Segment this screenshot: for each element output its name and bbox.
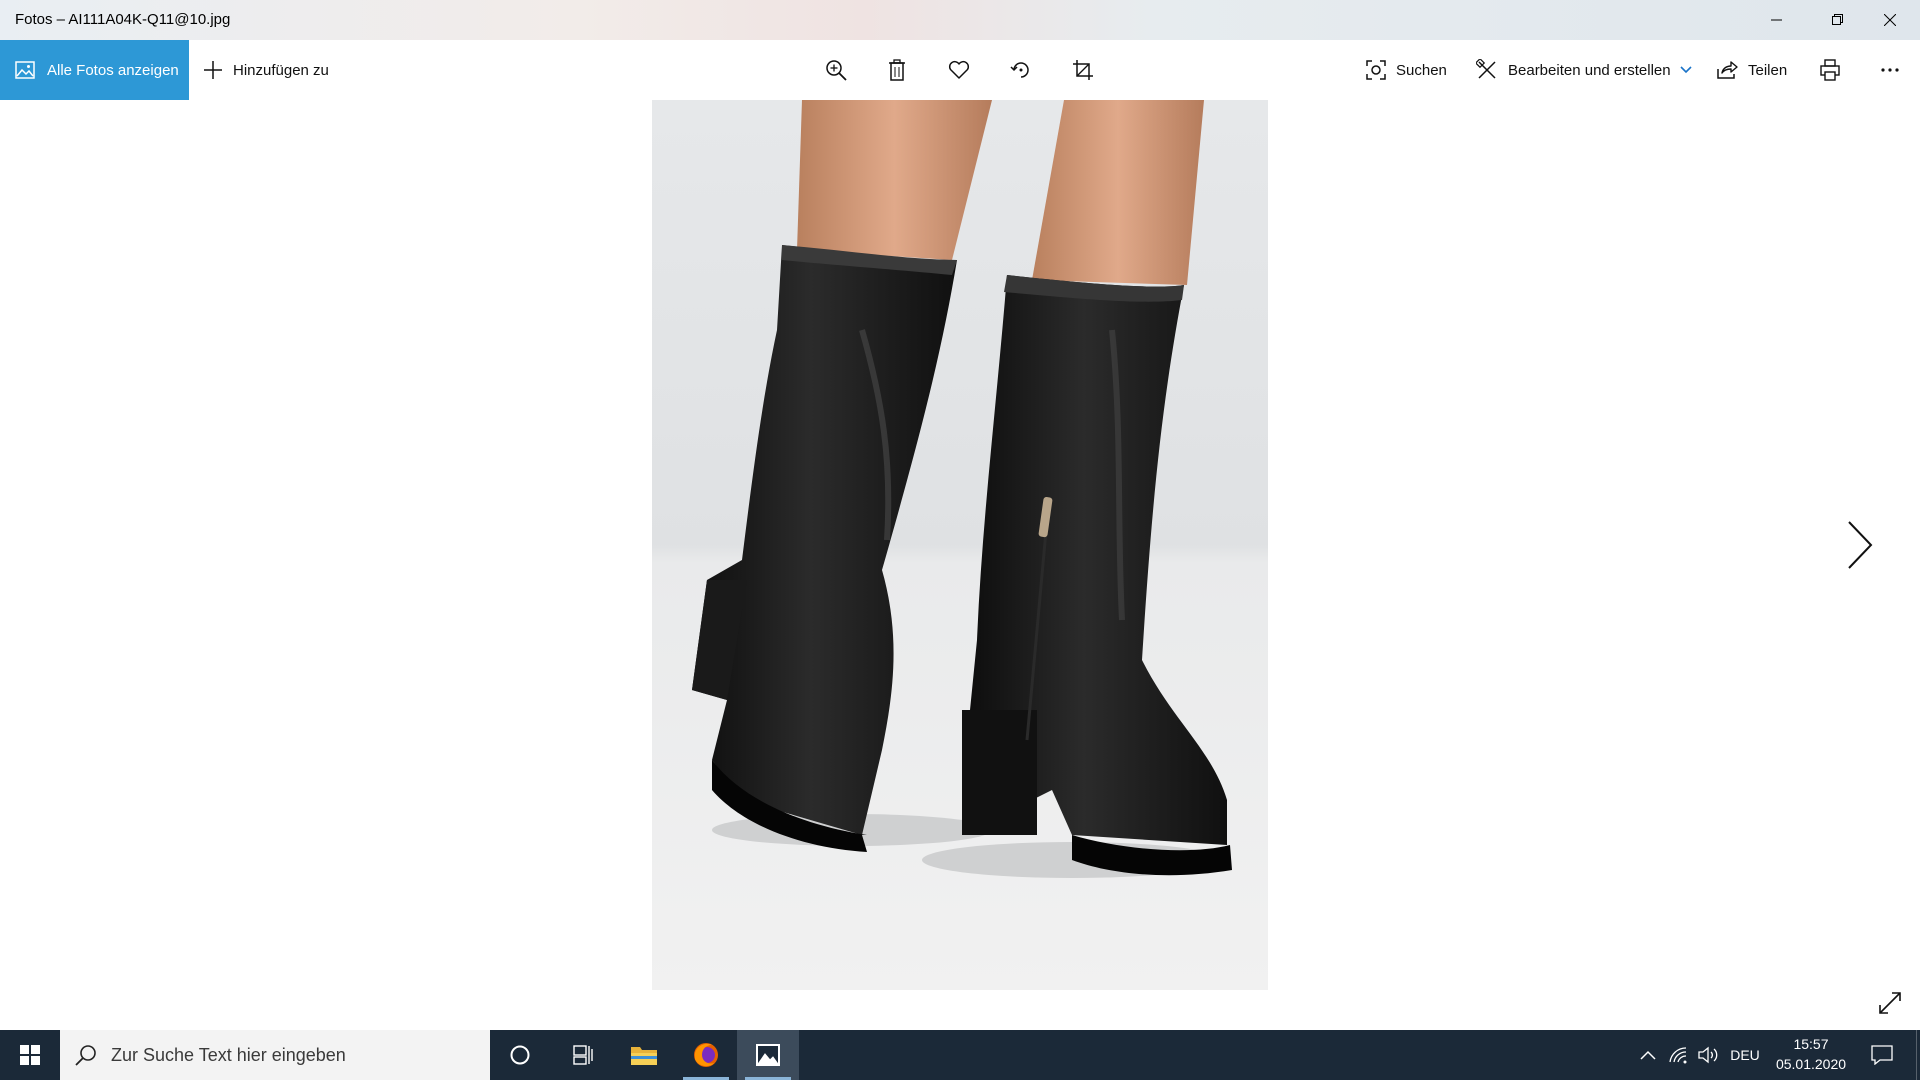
more-icon — [1880, 67, 1900, 73]
share-label: Teilen — [1748, 61, 1788, 79]
image-icon — [15, 61, 35, 79]
clock[interactable]: 15:57 05.01.2020 — [1765, 1030, 1857, 1080]
task-view-icon — [571, 1044, 593, 1066]
edit-create-button[interactable]: Bearbeiten und erstellen — [1476, 40, 1692, 100]
expand-icon — [1878, 991, 1902, 1015]
photos-app-icon — [755, 1043, 781, 1067]
volume-button[interactable] — [1694, 1030, 1722, 1080]
close-button[interactable] — [1859, 0, 1920, 40]
close-icon — [1883, 14, 1896, 26]
chevron-up-icon — [1640, 1050, 1656, 1060]
show-desktop-button[interactable] — [1916, 1030, 1920, 1080]
firefox-button[interactable] — [675, 1030, 737, 1080]
search-label: Suchen — [1396, 61, 1447, 79]
photo-viewer-image[interactable] — [652, 100, 1268, 990]
taskbar-search-placeholder: Zur Suche Text hier eingeben — [111, 1044, 346, 1065]
cortana-icon — [509, 1044, 531, 1066]
search-icon — [75, 1044, 97, 1066]
delete-button[interactable] — [872, 40, 922, 100]
clock-time: 15:57 — [1793, 1036, 1829, 1052]
crop-button[interactable] — [1058, 40, 1108, 100]
next-photo-button[interactable] — [1838, 515, 1882, 575]
crop-icon — [1072, 59, 1094, 81]
title-bar: Fotos – AI111A04K-Q11@10.jpg — [0, 0, 1920, 40]
taskbar-search-box[interactable]: Zur Suche Text hier eingeben — [60, 1030, 490, 1080]
command-bar: Alle Fotos anzeigen Hinzufügen zu Suchen… — [0, 40, 1920, 100]
cortana-button[interactable] — [489, 1030, 551, 1080]
chevron-down-icon — [1680, 66, 1692, 74]
wifi-icon — [1668, 1046, 1688, 1064]
network-button[interactable] — [1664, 1030, 1692, 1080]
restore-icon — [1831, 14, 1844, 26]
rotate-icon — [1010, 59, 1032, 81]
windows-logo-icon — [20, 1045, 40, 1065]
speaker-icon — [1697, 1046, 1719, 1064]
firefox-icon — [692, 1041, 720, 1069]
notification-icon — [1871, 1045, 1893, 1065]
add-to-label: Hinzufügen zu — [233, 61, 329, 79]
show-hidden-icons-button[interactable] — [1636, 1030, 1660, 1080]
delete-icon — [887, 59, 907, 81]
rotate-button[interactable] — [996, 40, 1046, 100]
all-photos-button[interactable]: Alle Fotos anzeigen — [0, 40, 189, 100]
plus-icon — [203, 60, 223, 80]
chevron-right-icon — [1846, 520, 1874, 570]
more-button[interactable] — [1865, 40, 1915, 100]
boots-photo — [652, 100, 1268, 990]
print-icon — [1819, 59, 1841, 81]
clock-date: 05.01.2020 — [1775, 1056, 1847, 1072]
file-explorer-icon — [630, 1043, 658, 1067]
file-explorer-button[interactable] — [613, 1030, 675, 1080]
share-icon — [1716, 60, 1738, 80]
minimize-button[interactable] — [1746, 0, 1807, 40]
taskbar: Zur Suche Text hier eingeben DEU 15:57 0… — [0, 1030, 1920, 1080]
add-to-button[interactable]: Hinzufügen zu — [203, 40, 329, 100]
search-button[interactable]: Suchen — [1366, 40, 1447, 100]
visual-search-icon — [1366, 60, 1386, 80]
print-button[interactable] — [1805, 40, 1855, 100]
action-center-button[interactable] — [1862, 1030, 1902, 1080]
minimize-icon — [1770, 14, 1783, 26]
edit-create-icon — [1476, 59, 1498, 81]
start-button[interactable] — [0, 1030, 60, 1080]
window-title: Fotos – AI111A04K-Q11@10.jpg — [15, 11, 231, 28]
fullscreen-button[interactable] — [1872, 985, 1908, 1021]
edit-create-label: Bearbeiten und erstellen — [1508, 61, 1671, 79]
zoom-button[interactable] — [811, 40, 861, 100]
share-button[interactable]: Teilen — [1716, 40, 1787, 100]
photos-app-button[interactable] — [737, 1030, 799, 1080]
favorite-icon — [948, 60, 970, 80]
language-indicator[interactable]: DEU — [1726, 1030, 1764, 1080]
all-photos-label: Alle Fotos anzeigen — [47, 61, 179, 79]
favorite-button[interactable] — [934, 40, 984, 100]
zoom-in-icon — [825, 59, 847, 81]
task-view-button[interactable] — [551, 1030, 613, 1080]
